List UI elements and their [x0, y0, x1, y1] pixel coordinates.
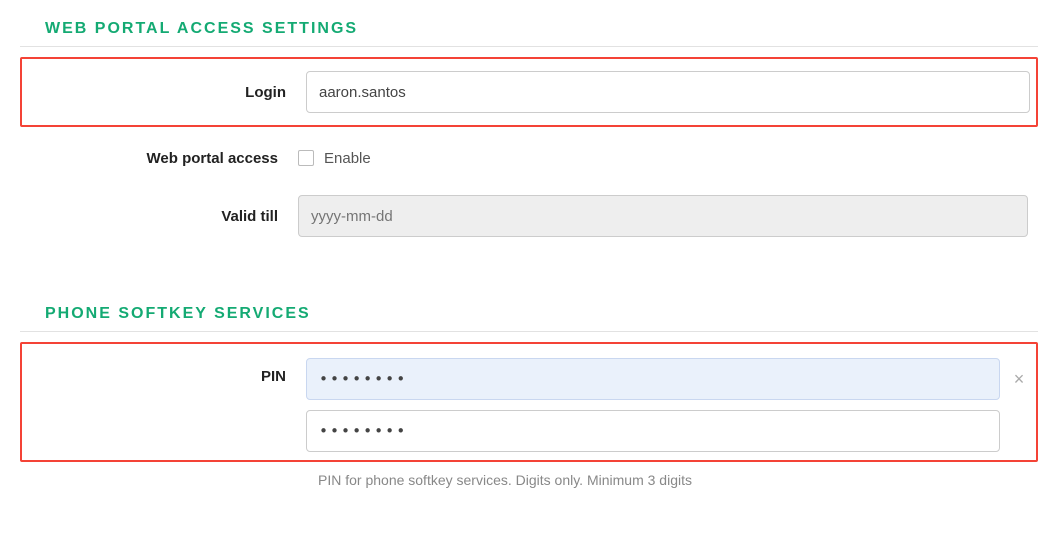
pin-input[interactable]: [306, 358, 1000, 400]
pin-confirm-input[interactable]: [306, 410, 1000, 452]
pin-field-col: ×: [306, 358, 1030, 452]
pin-row: PIN ×: [28, 348, 1030, 456]
pin-group: ×: [306, 358, 1030, 452]
enable-checkbox[interactable]: [298, 150, 314, 166]
valid-till-input[interactable]: [298, 195, 1028, 237]
login-row: Login: [28, 63, 1030, 121]
pin-highlight-box: PIN ×: [20, 342, 1038, 462]
login-highlight-box: Login: [20, 57, 1038, 127]
login-label: Login: [28, 84, 306, 101]
pin-label: PIN: [28, 358, 306, 385]
pin-input-row: ×: [306, 358, 1030, 400]
web-access-row: Web portal access Enable: [20, 129, 1038, 187]
pin-confirm-input-row: [306, 410, 1030, 452]
valid-till-row: Valid till: [20, 187, 1038, 245]
login-input[interactable]: [306, 71, 1030, 113]
web-access-label: Web portal access: [20, 150, 298, 167]
valid-till-field-col: [298, 195, 1028, 237]
enable-checkbox-label: Enable: [324, 150, 371, 167]
enable-checkbox-wrap: Enable: [298, 150, 371, 167]
section-title-web-portal: WEB PORTAL ACCESS SETTINGS: [20, 10, 1038, 47]
clear-pin-icon[interactable]: ×: [1008, 369, 1030, 390]
section-title-phone-softkey: PHONE SOFTKEY SERVICES: [20, 295, 1038, 332]
valid-till-label: Valid till: [20, 208, 298, 225]
login-field-col: [306, 71, 1030, 113]
web-access-field-col: Enable: [298, 150, 1028, 167]
pin-help-text: PIN for phone softkey services. Digits o…: [20, 464, 1038, 488]
